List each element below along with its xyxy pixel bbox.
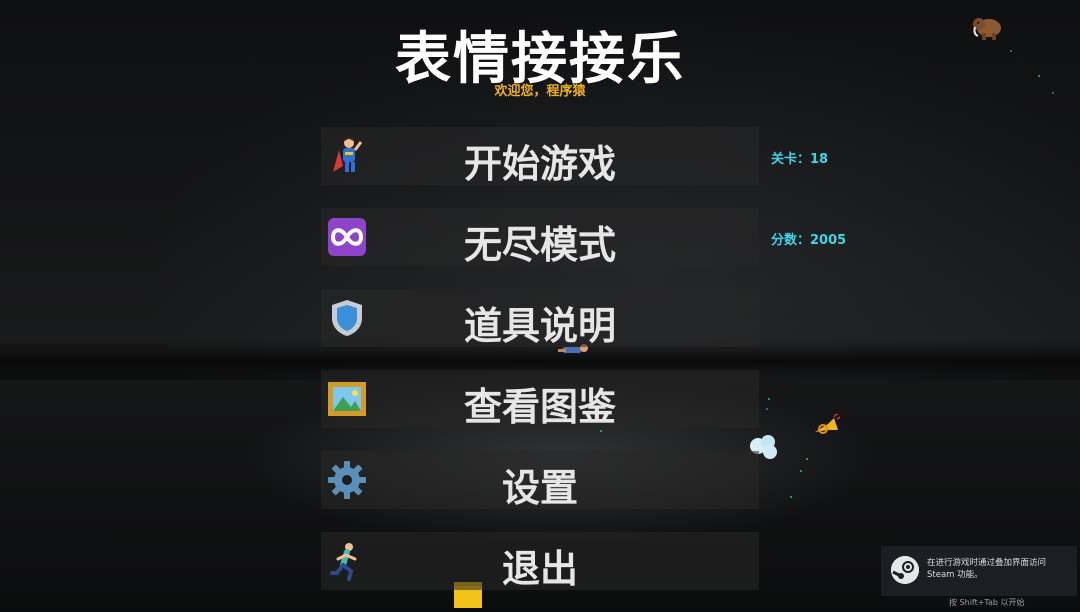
endless-mode-button[interactable]: 无尽模式 [321, 208, 759, 267]
steam-logo-icon [891, 556, 919, 584]
start-game-label: 开始游戏 [463, 142, 616, 186]
horn-icon [812, 412, 841, 444]
particle [766, 408, 768, 410]
settings-button[interactable]: 设置 [321, 451, 759, 510]
endless-mode-label: 无尽模式 [463, 223, 616, 267]
steam-overlay-notification[interactable]: 在进行游戏时通过叠加界面访问 Steam 功能。 [881, 546, 1077, 596]
start-game-button[interactable]: 开始游戏 [321, 127, 759, 186]
exit-button[interactable]: 退出 [321, 532, 759, 591]
exit-label: 退出 [501, 547, 578, 591]
steam-overlay-hint: 按 Shift+Tab 以开始 [949, 598, 1025, 607]
welcome-message: 欢迎您，程序猿 [494, 84, 586, 99]
level-display: 关卡：18 [771, 152, 829, 167]
view-collection-label: 查看图鉴 [463, 385, 616, 429]
view-collection-button[interactable]: 查看图鉴 [321, 370, 759, 429]
steam-overlay-message: 在进行游戏时通过叠加界面访问 Steam 功能。 [927, 558, 1047, 580]
score-display: 分数：2005 [771, 233, 847, 248]
item-guide-button[interactable]: 道具说明 [321, 289, 759, 348]
item-guide-label: 道具说明 [463, 304, 616, 348]
particle [768, 398, 770, 400]
particle [806, 458, 808, 460]
particle [790, 496, 792, 498]
settings-label: 设置 [501, 466, 578, 510]
particle [800, 470, 802, 472]
